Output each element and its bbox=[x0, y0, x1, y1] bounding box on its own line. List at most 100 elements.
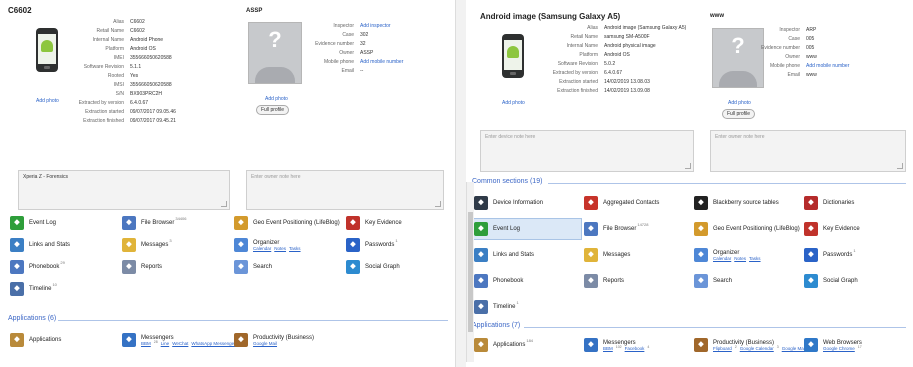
section-label: Social Graph bbox=[823, 278, 858, 284]
productivity-icon: ◆ bbox=[694, 338, 708, 352]
sub-count: 3 bbox=[776, 344, 779, 349]
section-item-messengers[interactable]: ◆ Messengers BBM 102 Facebook 4 bbox=[584, 338, 652, 352]
sub-link-calendar[interactable]: Calendar bbox=[713, 256, 731, 261]
section-item-file-browser[interactable]: ◆ File Browser 34406 bbox=[122, 216, 186, 230]
sub-link-google-calendar[interactable]: Google Calendar bbox=[740, 346, 774, 351]
section-item-links-and-stats[interactable]: ◆ Links and Stats bbox=[474, 248, 534, 262]
section-item-phonebook[interactable]: ◆ Phonebook bbox=[474, 274, 523, 288]
section-item-organizer[interactable]: ◆ Organizer Calendar Notes Tasks bbox=[694, 248, 764, 262]
sub-count: 2 bbox=[734, 344, 737, 349]
section-item-organizer[interactable]: ◆ Organizer Calendar Notes Tasks bbox=[234, 238, 304, 252]
sub-link-line[interactable]: Line bbox=[161, 341, 170, 346]
section-item-productivity-business[interactable]: ◆ Productivity (Business) Google Mail bbox=[234, 333, 314, 347]
section-item-messages[interactable]: ◆ Messages bbox=[584, 248, 630, 262]
sub-link-bbm[interactable]: BBM bbox=[603, 346, 613, 351]
section-item-social-graph[interactable]: ◆ Social Graph bbox=[804, 274, 858, 288]
sub-link-google-chrome[interactable]: Google Chrome bbox=[823, 346, 855, 351]
field-value: 005 bbox=[806, 36, 815, 42]
item-count-badge: 1 bbox=[853, 248, 856, 253]
section-item-search[interactable]: ◆ Search bbox=[234, 260, 272, 274]
sub-link-tasks[interactable]: Tasks bbox=[289, 246, 301, 251]
sub-link-calendar[interactable]: Calendar bbox=[253, 246, 271, 251]
section-item-applications[interactable]: ◆ Applications 184 bbox=[474, 338, 533, 352]
search-icon: ◆ bbox=[694, 274, 708, 288]
sub-link-facebook[interactable]: Facebook bbox=[625, 346, 645, 351]
section-item-geo-event-positioning-lifeblog[interactable]: ◆ Geo Event Positioning (LifeBlog) bbox=[694, 222, 800, 236]
device-note-field[interactable]: Xperia Z - Forensics bbox=[18, 170, 230, 210]
section-item-timeline[interactable]: ◆ Timeline 10 bbox=[10, 282, 57, 296]
section-item-blackberry-source-tables[interactable]: ◆ Blackberry source tables bbox=[694, 196, 779, 210]
section-item-aggregated-contacts[interactable]: ◆ Aggregated Contacts bbox=[584, 196, 659, 210]
sub-link-notes[interactable]: Notes bbox=[734, 256, 746, 261]
sub-link-wechat[interactable]: WeChat bbox=[172, 341, 188, 346]
vertical-scrollbar[interactable] bbox=[466, 182, 474, 362]
sub-link-bbm[interactable]: BBM bbox=[141, 341, 151, 346]
item-count-badge: 184 bbox=[526, 338, 534, 343]
full-profile-button[interactable]: Full profile bbox=[722, 109, 756, 119]
add-device-photo-link[interactable]: Add photo bbox=[502, 100, 525, 106]
field-link[interactable]: Add mobile number bbox=[806, 62, 849, 71]
sub-link-flipboard[interactable]: Flipboard bbox=[713, 346, 732, 351]
add-owner-photo-link[interactable]: Add photo bbox=[265, 96, 288, 102]
file-browser-icon: ◆ bbox=[584, 222, 598, 236]
owner-note-field[interactable]: Enter owner note here bbox=[710, 130, 906, 172]
field-label: Mobile phone bbox=[323, 59, 354, 65]
owner-avatar[interactable]: ? bbox=[248, 22, 302, 84]
section-item-reports[interactable]: ◆ Reports bbox=[584, 274, 624, 288]
sub-link-google-mail[interactable]: Google Mail bbox=[782, 346, 806, 351]
section-item-passwords[interactable]: ◆ Passwords 1 bbox=[804, 248, 856, 262]
field-value: Android Phone bbox=[130, 37, 164, 43]
section-item-search[interactable]: ◆ Search bbox=[694, 274, 732, 288]
section-item-dictionaries[interactable]: ◆ Dictionaries bbox=[804, 196, 854, 210]
phonebook-icon: ◆ bbox=[474, 274, 488, 288]
field-label: S/N bbox=[115, 91, 124, 97]
field-label: Platform bbox=[579, 52, 598, 58]
sub-link-notes[interactable]: Notes bbox=[274, 246, 286, 251]
web-browsers-icon: ◆ bbox=[804, 338, 818, 352]
section-item-passwords[interactable]: ◆ Passwords 1 bbox=[346, 238, 398, 252]
left-report-panel: C6602 Add photo Alias C6602 Retail Name C66… bbox=[0, 0, 455, 367]
section-item-key-evidence[interactable]: ◆ Key Evidence bbox=[346, 216, 402, 230]
field-link[interactable]: Add mobile number bbox=[360, 58, 403, 67]
section-item-key-evidence[interactable]: ◆ Key Evidence bbox=[804, 222, 860, 236]
field-value: www bbox=[806, 54, 817, 60]
section-label: Passwords bbox=[823, 252, 853, 258]
section-item-event-log[interactable]: ◆ Event Log bbox=[10, 216, 56, 230]
owner-note-field[interactable]: Enter owner note here bbox=[246, 170, 444, 210]
section-item-device-information[interactable]: ◆ Device Information bbox=[474, 196, 543, 210]
field-label: Internal Name bbox=[566, 43, 598, 49]
field-value: -- bbox=[360, 68, 364, 74]
field-link[interactable]: Add inspector bbox=[360, 22, 391, 31]
section-item-social-graph[interactable]: ◆ Social Graph bbox=[346, 260, 400, 274]
section-item-messengers[interactable]: ◆ Messengers BBM 28 Line WeChat WhatsApp Messe… bbox=[122, 333, 246, 347]
add-owner-photo-link[interactable]: Add photo bbox=[728, 100, 751, 106]
section-item-geo-event-positioning-lifeblog[interactable]: ◆ Geo Event Positioning (LifeBlog) bbox=[234, 216, 340, 230]
section-item-timeline[interactable]: ◆ Timeline 1 bbox=[474, 300, 519, 314]
section-label: Search bbox=[253, 264, 273, 270]
section-item-applications[interactable]: ◆ Applications bbox=[10, 333, 61, 347]
section-item-productivity-business[interactable]: ◆ Productivity (Business) Flipboard 2 Google… bbox=[694, 338, 816, 352]
key-evidence-icon: ◆ bbox=[804, 222, 818, 236]
case-title: www bbox=[710, 13, 725, 19]
sub-link-whatsapp-messenger[interactable]: WhatsApp Messenger bbox=[191, 341, 235, 346]
section-item-reports[interactable]: ◆ Reports bbox=[122, 260, 162, 274]
device-note-field[interactable]: Enter device note here bbox=[480, 130, 694, 172]
field-row-internal-name: Internal Name Android Phone bbox=[62, 36, 176, 45]
field-row-owner: Owner www bbox=[752, 53, 849, 62]
sub-count: 17 bbox=[857, 344, 862, 349]
add-device-photo-link[interactable]: Add photo bbox=[36, 98, 59, 104]
section-item-event-log[interactable]: ◆ Event Log bbox=[474, 222, 520, 236]
section-item-links-and-stats[interactable]: ◆ Links and Stats bbox=[10, 238, 70, 252]
item-count-badge: 1 bbox=[516, 300, 519, 305]
section-item-web-browsers[interactable]: ◆ Web Browsers Google Chrome 17 bbox=[804, 338, 865, 352]
field-label: Extraction started bbox=[559, 79, 598, 85]
full-profile-button[interactable]: Full profile bbox=[256, 105, 290, 115]
section-item-messages[interactable]: ◆ Messages 3 bbox=[122, 238, 172, 252]
section-label: Event Log bbox=[29, 220, 57, 226]
field-row-s-n: S/N BX903PRC2H bbox=[62, 90, 176, 99]
applications-header: Applications (7) bbox=[472, 322, 521, 329]
section-item-file-browser[interactable]: ◆ File Browser 14728 bbox=[584, 222, 648, 236]
sub-link-tasks[interactable]: Tasks bbox=[749, 256, 761, 261]
sub-link-google-mail[interactable]: Google Mail bbox=[253, 341, 277, 346]
section-item-phonebook[interactable]: ◆ Phonebook 29 bbox=[10, 260, 65, 274]
